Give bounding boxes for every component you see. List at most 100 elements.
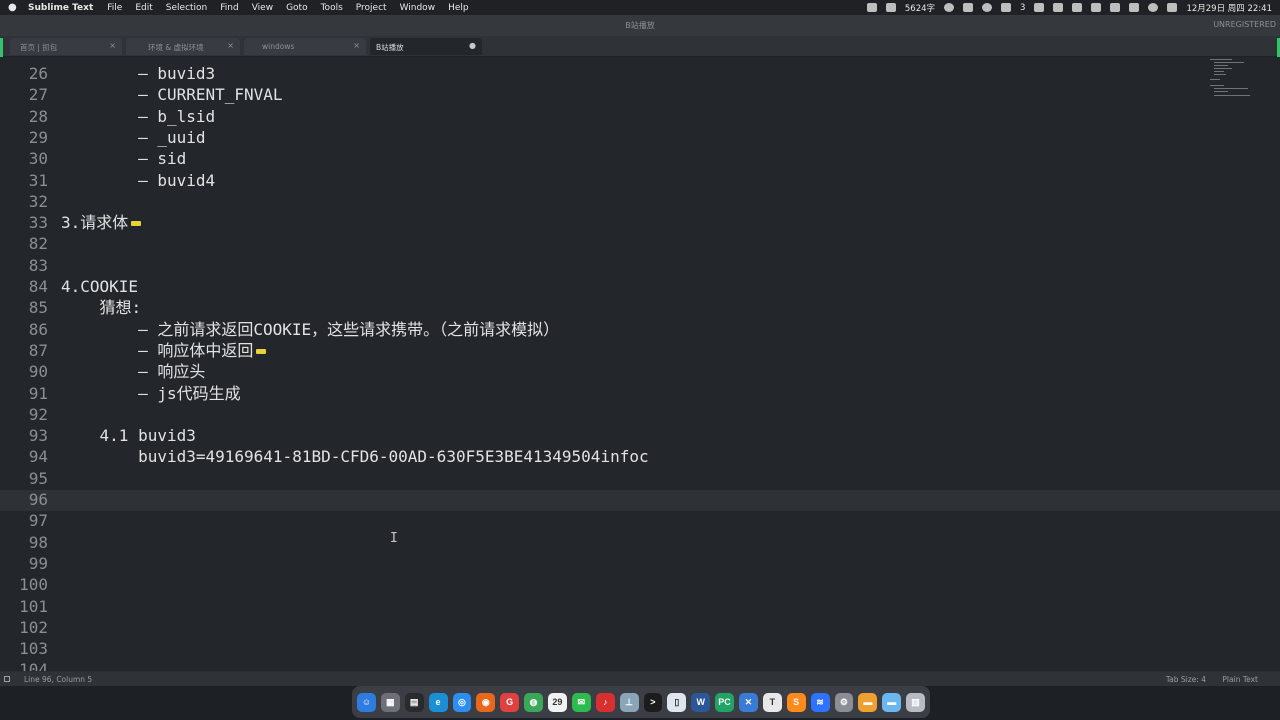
line-number[interactable]: 30 — [0, 148, 48, 169]
keyboard-icon[interactable] — [1034, 3, 1045, 12]
apple-menu-icon[interactable]: ● — [8, 2, 18, 13]
line-number[interactable]: 91 — [0, 383, 48, 404]
wechat-icon[interactable]: ✉ — [571, 692, 591, 712]
menu-file[interactable]: File — [107, 3, 122, 13]
menu-window[interactable]: Window — [400, 3, 436, 13]
code-line[interactable]: – js代码生成 — [61, 383, 241, 404]
code-line[interactable]: – 响应头 — [61, 361, 205, 382]
terminal-icon[interactable]: > — [643, 692, 663, 712]
translate-icon[interactable] — [963, 3, 974, 12]
volume-icon[interactable] — [1053, 3, 1064, 12]
firefox-icon[interactable]: ◉ — [476, 692, 496, 712]
finder-icon[interactable]: ☺ — [357, 692, 376, 712]
battery-icon[interactable] — [1110, 3, 1121, 12]
code-line[interactable]: – 响应体中返回 — [61, 340, 267, 361]
menu-selection[interactable]: Selection — [166, 3, 207, 13]
line-number[interactable]: 33 — [0, 212, 48, 233]
editor-area[interactable]: 26 – buvid3 27 – CURRENT_FNVAL 28 – b_lsid… — [0, 57, 1280, 671]
tab-1[interactable]: 首页 | 抓包 × — [10, 38, 122, 55]
line-number[interactable]: 85 — [0, 297, 48, 318]
settings-icon[interactable]: ⚙ — [834, 692, 854, 712]
line-number[interactable]: 31 — [0, 170, 48, 191]
line-number[interactable]: 90 — [0, 361, 48, 382]
activity-icon[interactable] — [885, 3, 896, 12]
line-number[interactable]: 29 — [0, 127, 48, 148]
calendar-icon[interactable]: 29 — [548, 692, 567, 712]
dropbox-icon[interactable] — [1091, 3, 1102, 12]
tab-size[interactable]: Tab Size: 4 — [1166, 675, 1206, 684]
screen-record-icon[interactable] — [866, 3, 877, 12]
line-number[interactable]: 102 — [0, 617, 48, 638]
chat-icon[interactable] — [1001, 3, 1012, 12]
close-icon[interactable]: × — [227, 41, 234, 50]
word-icon[interactable]: W — [691, 692, 711, 712]
line-number[interactable]: 87 — [0, 340, 48, 361]
menu-help[interactable]: Help — [448, 3, 469, 13]
menu-tools[interactable]: Tools — [321, 3, 343, 13]
pycharm-icon[interactable]: PC — [715, 692, 734, 712]
line-number[interactable]: 95 — [0, 468, 48, 489]
minimap[interactable] — [1206, 57, 1260, 105]
menu-view[interactable]: View — [252, 3, 273, 13]
code-line[interactable]: buvid3=49169641-81BD-CFD6-00AD-630F5E3BE… — [61, 446, 649, 467]
code-line[interactable]: – buvid4 — [61, 170, 215, 191]
code-line[interactable]: – CURRENT_FNVAL — [61, 84, 283, 105]
tab-3[interactable]: windows × — [244, 38, 366, 55]
bluetooth-icon[interactable] — [1072, 3, 1083, 12]
line-number[interactable]: 97 — [0, 510, 48, 531]
line-number[interactable]: 92 — [0, 404, 48, 425]
feishu-icon[interactable]: ≋ — [810, 692, 830, 712]
tab-4[interactable]: B站播放 ● — [370, 38, 482, 55]
close-icon[interactable]: × — [109, 41, 116, 50]
line-number[interactable]: 82 — [0, 233, 48, 254]
line-number[interactable]: 32 — [0, 191, 48, 212]
xcode-icon[interactable]: ✕ — [739, 692, 758, 712]
typora-icon[interactable]: T — [762, 692, 782, 712]
sublime-icon[interactable]: S — [786, 692, 806, 712]
tab-2[interactable]: 环境 & 虚拟环境 × — [126, 38, 240, 55]
menu-goto[interactable]: Goto — [286, 3, 308, 13]
wifi-icon[interactable] — [1129, 3, 1140, 12]
weibo-icon[interactable]: G — [500, 692, 520, 712]
chrome-icon[interactable]: ◍ — [524, 692, 543, 712]
code-line[interactable]: – _uuid — [61, 127, 205, 148]
code-line[interactable]: – sid — [61, 148, 186, 169]
menu-project[interactable]: Project — [356, 3, 387, 13]
search-icon[interactable] — [1148, 3, 1159, 12]
word-count[interactable]: 5624字 — [905, 2, 935, 14]
menu-edit[interactable]: Edit — [135, 3, 152, 13]
preview-icon[interactable]: ▯ — [667, 692, 687, 712]
line-number[interactable]: 101 — [0, 596, 48, 617]
code-line[interactable]: – b_lsid — [61, 106, 215, 127]
clock[interactable]: 12月29日 周四 22:41 — [1186, 2, 1272, 14]
line-number[interactable]: 100 — [0, 574, 48, 595]
code-line[interactable]: 4.1 buvid3 — [61, 425, 196, 446]
line-number[interactable]: 103 — [0, 638, 48, 659]
line-number[interactable]: 27 — [0, 84, 48, 105]
line-number[interactable]: 94 — [0, 446, 48, 467]
mission-control-icon[interactable]: ▤ — [404, 692, 424, 712]
control-center-icon[interactable] — [1167, 3, 1178, 12]
menu-find[interactable]: Find — [220, 3, 238, 13]
syntax-mode[interactable]: Plain Text — [1222, 675, 1258, 684]
line-number[interactable]: 93 — [0, 425, 48, 446]
menu-app-name[interactable]: Sublime Text — [28, 3, 93, 13]
line-number[interactable]: 98 — [0, 532, 48, 553]
line-number[interactable]: 83 — [0, 255, 48, 276]
launchpad-icon[interactable]: ▦ — [380, 692, 400, 712]
line-number[interactable]: 99 — [0, 553, 48, 574]
line-number[interactable]: 26 — [0, 63, 48, 84]
code-line[interactable]: – 之前请求返回COOKIE，这些请求携带。（之前请求模拟） — [61, 319, 559, 340]
close-icon[interactable]: × — [353, 41, 360, 50]
dirty-dot-icon[interactable]: ● — [469, 41, 476, 50]
code-line[interactable]: 4.COOKIE — [61, 276, 138, 297]
edge-icon[interactable]: e — [428, 692, 448, 712]
face-icon[interactable] — [944, 3, 955, 12]
fold-marker-icon[interactable] — [256, 349, 267, 354]
code-line[interactable]: – buvid3 — [61, 63, 215, 84]
folder-icon[interactable]: ▬ — [882, 692, 902, 712]
line-number[interactable]: 86 — [0, 319, 48, 340]
network-icon[interactable]: ⊥ — [619, 692, 639, 712]
line-number[interactable]: 104 — [0, 659, 48, 671]
panel-toggle-icon[interactable] — [4, 676, 10, 682]
